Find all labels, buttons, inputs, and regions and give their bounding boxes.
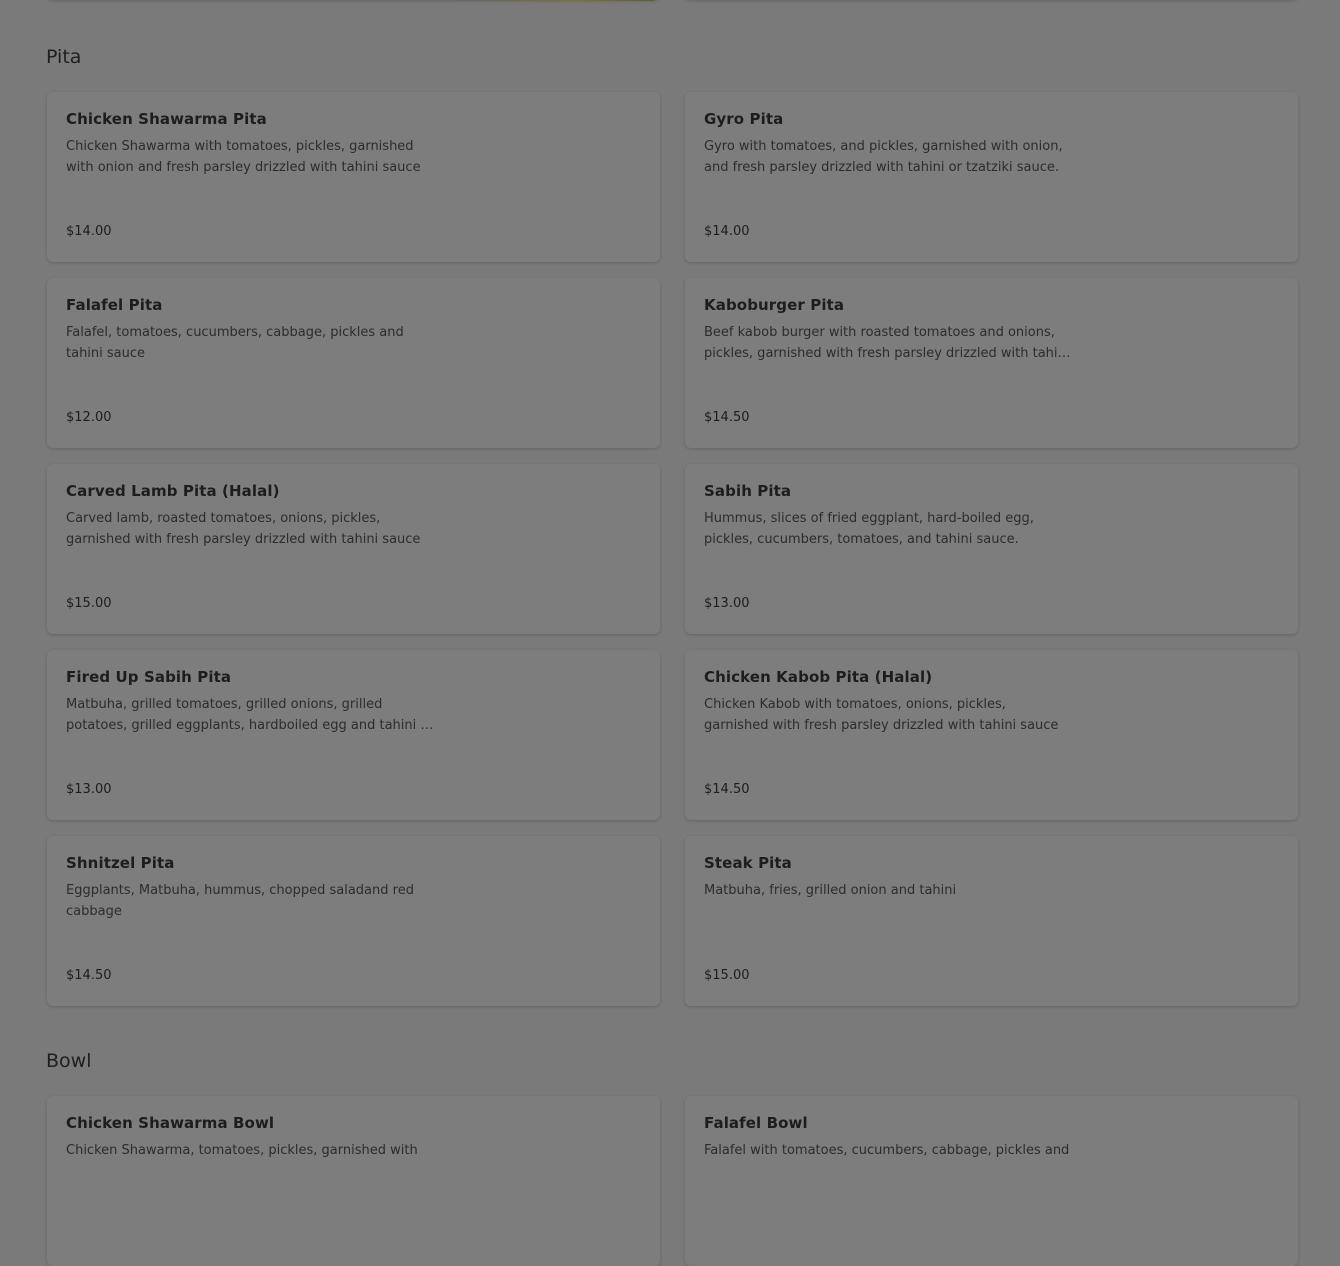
menu-item-price: $15.00 <box>66 596 112 611</box>
menu-item-card[interactable]: Fired Up Sabih Pita Matbuha, grilled tom… <box>47 650 660 820</box>
menu-grid-bowl: Chicken Shawarma Bowl Chicken Shawarma, … <box>47 1096 1298 1266</box>
menu-item-name: Chicken Kabob Pita (Halal) <box>704 668 933 686</box>
menu-item-name: Chicken Shawarma Pita <box>66 110 267 128</box>
menu-item-name: Gyro Pita <box>704 110 784 128</box>
menu-item-description: Matbuha, fries, grilled onion and tahini <box>704 883 957 898</box>
menu-item-price: $12.00 <box>66 410 112 425</box>
menu-item-price: $14.00 <box>66 224 112 239</box>
menu-item-description: Matbuha, grilled tomatoes, grilled onion… <box>66 697 434 733</box>
menu-item-description: Chicken Shawarma with tomatoes, pickles,… <box>66 139 421 175</box>
menu-item-description: Chicken Kabob with tomatoes, onions, pic… <box>704 697 1059 733</box>
menu-item-card[interactable]: Steak Pita Matbuha, fries, grilled onion… <box>685 836 1298 1006</box>
menu-item-price: $14.50 <box>704 782 750 797</box>
menu-item-price: $13.00 <box>704 596 750 611</box>
menu-item-card[interactable]: Falafel Pita Falafel, tomatoes, cucumber… <box>47 278 660 448</box>
menu-item-price: $14.50 <box>66 968 112 983</box>
menu-item-description: Chicken Shawarma, tomatoes, pickles, gar… <box>66 1143 418 1158</box>
menu-item-card[interactable]: Chicken Kabob Pita (Halal) Chicken Kabob… <box>685 650 1298 820</box>
section-title-pita: Pita <box>46 46 82 68</box>
menu-item-card[interactable]: Sabih Pita Hummus, slices of fried eggpl… <box>685 464 1298 634</box>
menu-item-card[interactable]: Falafel Bowl Falafel with tomatoes, cucu… <box>685 1096 1298 1266</box>
menu-item-name: Sabih Pita <box>704 482 792 500</box>
menu-item-description: Eggplants, Matbuha, hummus, chopped sala… <box>66 883 414 919</box>
menu-item-card[interactable]: Carved Lamb Pita (Halal) Carved lamb, ro… <box>47 464 660 634</box>
menu-item-name: Kaboburger Pita <box>704 296 845 314</box>
menu-item-name: Fired Up Sabih Pita <box>66 668 232 686</box>
menu-item-card[interactable]: Gyro Pita Gyro with tomatoes, and pickle… <box>685 92 1298 262</box>
section-title-bowl: Bowl <box>46 1050 92 1072</box>
menu-item-description: Beef kabob burger with roasted tomatoes … <box>704 325 1071 361</box>
menu-grid-pita: Chicken Shawarma Pita Chicken Shawarma w… <box>47 92 1298 1006</box>
menu-item-description: Falafel, tomatoes, cucumbers, cabbage, p… <box>66 325 404 361</box>
menu-item-price: $15.00 <box>704 968 750 983</box>
menu-item-card[interactable]: Shnitzel Pita Eggplants, Matbuha, hummus… <box>47 836 660 1006</box>
menu-item-name: Falafel Pita <box>66 296 163 314</box>
menu-item-name: Shnitzel Pita <box>66 854 175 872</box>
menu-item-name: Falafel Bowl <box>704 1114 808 1132</box>
menu-item-description: Hummus, slices of fried eggplant, hard-b… <box>704 511 1034 547</box>
menu-item-description: Carved lamb, roasted tomatoes, onions, p… <box>66 511 421 547</box>
menu-item-description: Gyro with tomatoes, and pickles, garnish… <box>704 139 1063 175</box>
menu-item-price: $14.50 <box>704 410 750 425</box>
menu-item-description: Falafel with tomatoes, cucumbers, cabbag… <box>704 1143 1070 1158</box>
menu-item-name: Carved Lamb Pita (Halal) <box>66 482 280 500</box>
menu-item-card[interactable]: Chicken Shawarma Bowl Chicken Shawarma, … <box>47 1096 660 1266</box>
menu-item-name: Chicken Shawarma Bowl <box>66 1114 275 1132</box>
previous-section-cards <box>47 0 1298 2</box>
menu-item-image <box>456 0 658 1</box>
menu-item-card[interactable]: Chicken Shawarma Pita Chicken Shawarma w… <box>47 92 660 262</box>
menu-item-card[interactable]: Kaboburger Pita Beef kabob burger with r… <box>685 278 1298 448</box>
menu-item-name: Steak Pita <box>704 854 792 872</box>
menu-item-price: $13.00 <box>66 782 112 797</box>
menu-item-price: $14.00 <box>704 224 750 239</box>
